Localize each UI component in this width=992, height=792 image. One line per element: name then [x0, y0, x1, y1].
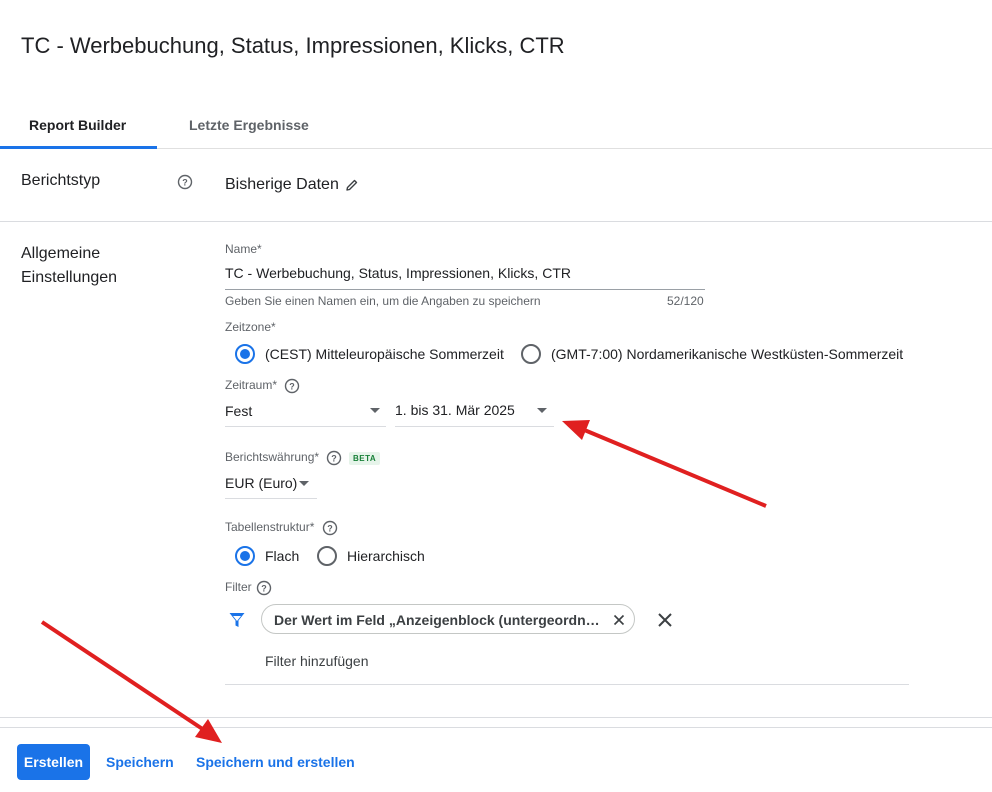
name-input-underline — [225, 289, 705, 290]
table-structure-option-hierarchical[interactable]: Hierarchisch — [347, 548, 425, 564]
name-label: Name* — [225, 242, 262, 256]
help-circle-icon[interactable]: ? — [322, 520, 338, 536]
save-and-create-button[interactable]: Speichern und erstellen — [196, 754, 355, 770]
annotation-arrows — [40, 420, 767, 743]
help-circle-icon[interactable]: ? — [284, 378, 300, 394]
beta-badge: BETA — [349, 452, 381, 465]
add-filter-button[interactable]: Filter hinzufügen — [265, 653, 369, 669]
period-range-select[interactable]: 1. bis 31. Mär 2025 — [395, 402, 515, 418]
active-tab-indicator — [0, 146, 157, 149]
period-type-underline — [225, 426, 386, 427]
timezone-radio-cest[interactable] — [235, 344, 255, 364]
svg-text:?: ? — [327, 524, 333, 534]
section-divider — [0, 221, 992, 222]
filter-chip[interactable]: Der Wert im Feld „Anzeigenblock (unterge… — [261, 604, 635, 634]
report-type-value: Bisherige Daten — [225, 176, 339, 193]
table-structure-option-flat[interactable]: Flach — [265, 548, 299, 564]
create-button[interactable]: Erstellen — [17, 744, 90, 780]
svg-text:?: ? — [289, 382, 295, 392]
save-button[interactable]: Speichern — [106, 754, 174, 770]
filter-chip-text: Der Wert im Feld „Anzeigenblock (unterge… — [274, 612, 604, 628]
svg-text:?: ? — [331, 454, 337, 464]
name-counter: 52/120 — [667, 294, 704, 308]
close-icon[interactable] — [657, 612, 673, 628]
timezone-option-cest[interactable]: (CEST) Mitteleuropäische Sommerzeit — [265, 346, 504, 362]
chevron-down-icon[interactable] — [370, 408, 380, 413]
annotation-arrow — [40, 620, 222, 743]
section-divider — [0, 717, 992, 718]
page-title: TC - Werbebuchung, Status, Impressionen,… — [21, 33, 565, 58]
tab-recent-results[interactable]: Letzte Ergebnisse — [189, 117, 309, 133]
help-circle-icon[interactable]: ? — [326, 450, 342, 466]
filter-label: Filter — [225, 580, 252, 594]
general-settings-label-line2: Einstellungen — [21, 269, 118, 286]
svg-text:?: ? — [261, 584, 267, 594]
timezone-radio-pdt[interactable] — [521, 344, 541, 364]
currency-label: Berichtswährung* — [225, 450, 320, 464]
period-type-select[interactable]: Fest — [225, 403, 252, 419]
table-structure-radio-hierarchical[interactable] — [317, 546, 337, 566]
period-label: Zeitraum* — [225, 378, 278, 392]
timezone-label: Zeitzone* — [225, 320, 276, 334]
svg-text:?: ? — [182, 178, 188, 188]
pencil-icon[interactable] — [345, 178, 359, 192]
chevron-down-icon[interactable] — [299, 481, 309, 486]
period-range-underline — [395, 426, 554, 427]
help-circle-icon[interactable]: ? — [177, 174, 193, 190]
chevron-down-icon[interactable] — [537, 408, 547, 413]
table-structure-radio-flat[interactable] — [235, 546, 255, 566]
name-hint: Geben Sie einen Namen ein, um die Angabe… — [225, 294, 541, 308]
filter-funnel-icon — [228, 611, 246, 629]
timezone-option-pdt[interactable]: (GMT-7:00) Nordamerikanische Westküsten-… — [551, 346, 903, 362]
filter-underline — [225, 684, 909, 685]
currency-underline — [225, 498, 317, 499]
report-type-label: Berichtstyp — [21, 172, 101, 189]
general-settings-label-line1: Allgemeine — [21, 245, 101, 262]
tab-report-builder[interactable]: Report Builder — [29, 117, 126, 133]
name-input[interactable]: TC - Werbebuchung, Status, Impressionen,… — [225, 265, 571, 281]
footer-divider — [0, 727, 992, 728]
currency-select[interactable]: EUR (Euro) — [225, 475, 297, 491]
annotation-arrow — [562, 420, 767, 508]
table-structure-label: Tabellenstruktur* — [225, 520, 315, 534]
close-icon[interactable] — [613, 613, 625, 626]
help-circle-icon[interactable]: ? — [256, 580, 272, 596]
